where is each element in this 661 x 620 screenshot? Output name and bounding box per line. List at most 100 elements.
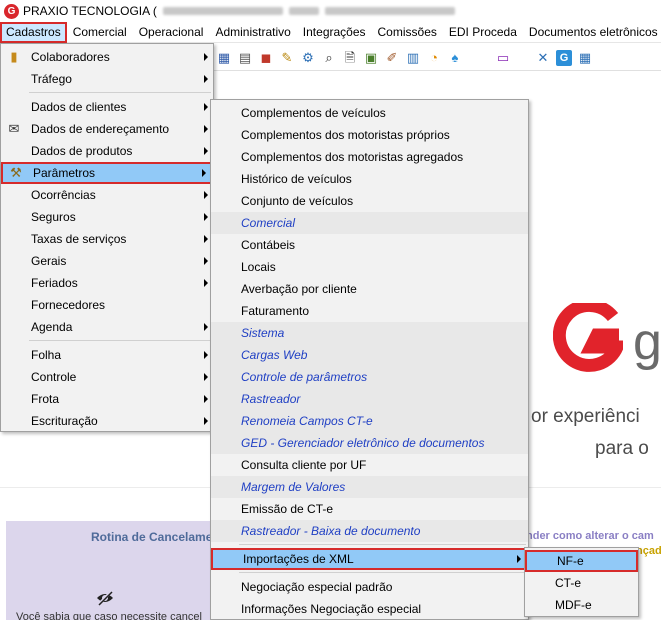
chevron-right-icon xyxy=(204,351,208,359)
cadastros-item-agenda[interactable]: Agenda xyxy=(1,316,213,338)
parametros-item-faturamento[interactable]: Faturamento xyxy=(211,300,528,322)
edit-doc-icon[interactable]: ✐ xyxy=(384,50,400,66)
chevron-right-icon xyxy=(204,235,208,243)
cadastros-item-parametros[interactable]: ⚒ Parâmetros xyxy=(1,162,213,184)
parametros-item-historico-de-veiculos[interactable]: Histórico de veículos xyxy=(211,168,528,190)
menu-item-label: Rastreador xyxy=(241,392,301,406)
tools-icon[interactable]: ⚙ xyxy=(300,50,316,66)
cadastros-item-taxas-de-servicos[interactable]: Taxas de serviços xyxy=(1,228,213,250)
menu-item-label: Escrituração xyxy=(31,414,98,428)
help-link[interactable]: nder como alterar o cam xyxy=(526,530,654,542)
parametros-item-negociacao-especial-padrao[interactable]: Negociação especial padrão xyxy=(211,576,528,598)
cadastros-item-seguros[interactable]: Seguros xyxy=(1,206,213,228)
menu-separator xyxy=(239,572,526,573)
parametros-item-rastreador[interactable]: Rastreador xyxy=(211,388,528,410)
bell-icon[interactable]: ♠ xyxy=(447,50,463,66)
menu-item-label: Dados de endereçamento xyxy=(31,122,170,136)
menu-item-label: Consulta cliente por UF xyxy=(241,458,367,472)
help-link-2[interactable]: nçad xyxy=(636,545,661,557)
search-doc-icon[interactable]: ⌕ xyxy=(321,50,337,66)
menu-item-label: Margem de Valores xyxy=(241,480,346,494)
print-icon[interactable]: ▥ xyxy=(405,50,421,66)
doc-search-icon[interactable]: 🗎 xyxy=(342,50,358,66)
redacted-text xyxy=(324,7,455,15)
parametros-item-ged-gerenciador-eletronico-de-documentos[interactable]: GED - Gerenciador eletrônico de document… xyxy=(211,432,528,454)
cadastros-item-dados-de-produtos[interactable]: Dados de produtos xyxy=(1,140,213,162)
cadastros-item-escrituracao[interactable]: Escrituração xyxy=(1,410,213,432)
parametros-item-comercial[interactable]: Comercial xyxy=(211,212,528,234)
chevron-right-icon xyxy=(204,75,208,83)
chevron-right-icon xyxy=(204,147,208,155)
cadastros-item-folha[interactable]: Folha xyxy=(1,344,213,366)
menu-item-label: Agenda xyxy=(31,320,73,334)
menubar-item-administrativo[interactable]: Administrativo xyxy=(209,23,296,42)
news-card-text: Você sabia que caso necessite cancel xyxy=(16,611,202,620)
menu-item-label: Feriados xyxy=(31,276,78,290)
menubar-item-edi-proceda[interactable]: EDI Proceda xyxy=(443,23,523,42)
parametros-item-complementos-dos-motoristas-proprios[interactable]: Complementos dos motoristas próprios xyxy=(211,124,528,146)
parametros-item-margem-de-valores[interactable]: Margem de Valores xyxy=(211,476,528,498)
parametros-item-complementos-dos-motoristas-agregados[interactable]: Complementos dos motoristas agregados xyxy=(211,146,528,168)
parametros-item-cargas-web[interactable]: Cargas Web xyxy=(211,344,528,366)
menu-item-label: Comercial xyxy=(241,216,296,230)
eye-off-icon[interactable] xyxy=(96,589,114,607)
parametros-item-contabeis[interactable]: Contábeis xyxy=(211,234,528,256)
document-icon[interactable]: ▣ xyxy=(363,50,379,66)
printer-icon[interactable]: ▤ xyxy=(237,50,253,66)
menubar-item-cadastros[interactable]: Cadastros xyxy=(0,21,67,43)
menu-item-label: Rastreador - Baixa de documento xyxy=(241,524,421,538)
cube-icon[interactable]: ◼ xyxy=(258,50,274,66)
cadastros-item-frota[interactable]: Frota xyxy=(1,388,213,410)
parametros-item-conjunto-de-veiculos[interactable]: Conjunto de veículos xyxy=(211,190,528,212)
parametros-item-emissao-de-ct-e[interactable]: Emissão de CT-e xyxy=(211,498,528,520)
pie-chart-icon[interactable]: ◔ xyxy=(426,50,442,66)
menubar-item-operacional[interactable]: Operacional xyxy=(133,23,210,42)
parametros-item-consulta-cliente-por-uf[interactable]: Consulta cliente por UF xyxy=(211,454,528,476)
parametros-item-informacoes-negociacao-especial[interactable]: Informações Negociação especial xyxy=(211,598,528,620)
cadastros-item-ocorrencias[interactable]: Ocorrências xyxy=(1,184,213,206)
parametros-item-sistema[interactable]: Sistema xyxy=(211,322,528,344)
grid-icon[interactable]: ▦ xyxy=(577,50,593,66)
chevron-right-icon xyxy=(204,417,208,425)
menu-separator xyxy=(29,340,211,341)
cadastros-item-feriados[interactable]: Feriados xyxy=(1,272,213,294)
pen-icon[interactable]: ✎ xyxy=(279,50,295,66)
wrench-icon[interactable]: ✕ xyxy=(535,50,551,66)
menu-item-label: Sistema xyxy=(241,326,285,340)
menubar-item-documentos-eletronicos[interactable]: Documentos eletrônicos xyxy=(523,23,661,42)
menu-item-label: NF-e xyxy=(557,554,584,568)
parametros-item-rastreador-baixa-de-documento[interactable]: Rastreador - Baixa de documento xyxy=(211,520,528,542)
cadastros-item-dados-de-clientes[interactable]: Dados de clientes xyxy=(1,96,213,118)
xml-item-nf-e[interactable]: NF-e xyxy=(525,550,638,572)
monitor-icon[interactable]: ▭ xyxy=(495,50,511,66)
parametros-item-renomeia-campos-ct-e[interactable]: Renomeia Campos CT-e xyxy=(211,410,528,432)
menubar-item-integracoes[interactable]: Integrações xyxy=(297,23,372,42)
parametros-item-controle-de-parametros[interactable]: Controle de parâmetros xyxy=(211,366,528,388)
menu-item-label: Dados de clientes xyxy=(31,100,127,114)
cadastros-item-controle[interactable]: Controle xyxy=(1,366,213,388)
menu-item-label: Averbação por cliente xyxy=(241,282,357,296)
parametros-item-averbacao-por-cliente[interactable]: Averbação por cliente xyxy=(211,278,528,300)
chevron-right-icon xyxy=(204,103,208,111)
g-badge-icon[interactable]: G xyxy=(556,49,572,66)
menu-item-label: Faturamento xyxy=(241,304,310,318)
parametros-submenu: Complementos de veículos Complementos dos… xyxy=(210,99,529,620)
parametros-item-importacoes-de-xml[interactable]: Importações de XML xyxy=(211,548,528,570)
menubar-item-comercial[interactable]: Comercial xyxy=(67,23,133,42)
parametros-item-locais[interactable]: Locais xyxy=(211,256,528,278)
books-icon[interactable]: ▦ xyxy=(216,50,232,66)
xml-item-ct-e[interactable]: CT-e xyxy=(525,572,638,594)
cadastros-item-colaboradores[interactable]: ▮ Colaboradores xyxy=(1,46,213,68)
cadastros-item-trafego[interactable]: Tráfego xyxy=(1,68,213,90)
xml-item-mdf-e[interactable]: MDF-e xyxy=(525,594,638,616)
cadastros-item-fornecedores[interactable]: Fornecedores xyxy=(1,294,213,316)
menu-item-label: Ocorrências xyxy=(31,188,96,202)
cadastros-item-gerais[interactable]: Gerais xyxy=(1,250,213,272)
cadastros-item-dados-de-enderecamento[interactable]: ✉ Dados de endereçamento xyxy=(1,118,213,140)
menu-item-label: CT-e xyxy=(555,576,582,590)
menu-item-label: Dados de produtos xyxy=(31,144,133,158)
menubar-item-comissoes[interactable]: Comissões xyxy=(372,23,443,42)
redacted-text xyxy=(162,7,283,15)
parametros-item-complementos-de-veiculos[interactable]: Complementos de veículos xyxy=(211,102,528,124)
menu-item-label: Importações de XML xyxy=(243,552,354,566)
